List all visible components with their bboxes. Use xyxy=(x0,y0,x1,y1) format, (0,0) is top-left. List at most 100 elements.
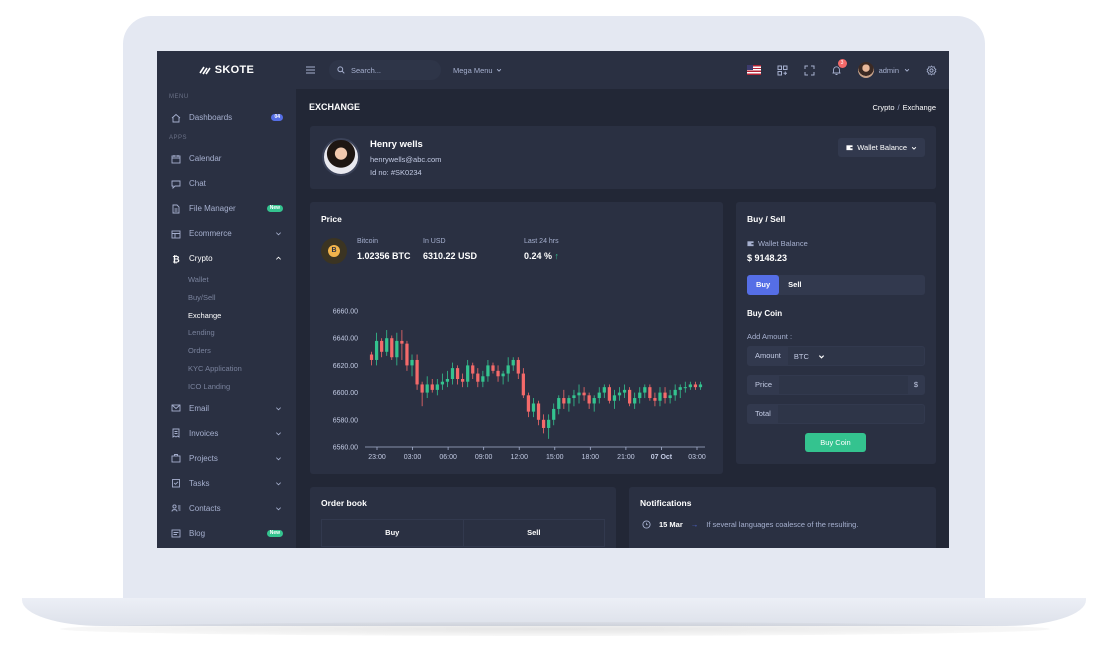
bitcoin-label: Bitcoin xyxy=(357,238,379,245)
candle-body xyxy=(617,392,622,396)
candle-body xyxy=(511,359,515,366)
candle-body xyxy=(481,376,485,382)
chevron-down-icon xyxy=(276,406,281,411)
candle-body xyxy=(693,384,698,388)
candle-body xyxy=(536,403,541,420)
amount-addon: Amount xyxy=(748,347,788,365)
candle-body xyxy=(612,395,617,401)
fullscreen-icon[interactable] xyxy=(804,65,815,76)
laptop-mockup: SKOTE Menu Dashboards 04 Apps Calendar C… xyxy=(0,0,1100,655)
candle-body xyxy=(410,359,414,366)
new-badge: New xyxy=(266,205,283,212)
invoice-icon xyxy=(171,428,181,438)
arrow-up-icon: ↑ xyxy=(554,251,560,261)
profile-id: Id no: #SK0234 xyxy=(370,168,422,177)
price-field[interactable]: Price $ xyxy=(747,375,925,395)
candle-body xyxy=(445,379,450,382)
notification-item[interactable]: 15 Mar → If several languages coalesce o… xyxy=(642,520,858,529)
mega-menu-dropdown[interactable]: Mega Menu xyxy=(453,66,502,75)
apps-grid-icon[interactable] xyxy=(777,65,788,76)
sidebar-subitem-ico[interactable]: ICO Landing xyxy=(157,378,296,396)
y-tick-label: 6580.00 xyxy=(333,417,358,424)
sidebar-subitem-orders[interactable]: Orders xyxy=(157,342,296,360)
search-box[interactable]: Search... xyxy=(329,60,441,80)
bitcoin-value: 1.02356 BTC xyxy=(357,251,411,261)
breadcrumb: Crypto / Exchange xyxy=(872,103,936,112)
order-book-title: Order book xyxy=(321,498,367,508)
currency-value: BTC xyxy=(793,351,809,361)
brand-logo[interactable]: SKOTE xyxy=(157,51,296,89)
hamburger-menu-icon[interactable] xyxy=(306,66,315,74)
sidebar-item-contacts[interactable]: Contacts xyxy=(157,496,296,521)
chevron-down-icon xyxy=(276,232,281,236)
total-field[interactable]: Total xyxy=(747,404,925,424)
notifications-card: Notifications 15 Mar → If several langua… xyxy=(629,487,936,548)
store-icon xyxy=(171,229,181,239)
calendar-icon xyxy=(171,154,181,164)
notification-text: If several languages coalesce of the res… xyxy=(706,520,859,529)
sidebar-subitem-lending[interactable]: Lending xyxy=(157,324,296,342)
currency-select[interactable]: BTC xyxy=(794,352,825,361)
search-input[interactable]: Search... xyxy=(351,66,381,75)
candle-body xyxy=(557,398,561,409)
sidebar-item-calendar[interactable]: Calendar xyxy=(157,146,296,171)
us-flag-icon[interactable] xyxy=(746,65,761,75)
breadcrumb-exchange: Exchange xyxy=(902,102,936,112)
mega-menu-label: Mega Menu xyxy=(453,65,493,75)
gear-icon[interactable] xyxy=(926,64,937,76)
sidebar-subitem-exchange[interactable]: Exchange xyxy=(157,307,296,325)
chevron-down-icon xyxy=(496,68,501,72)
chevron-down-icon xyxy=(818,354,824,359)
candle-body xyxy=(547,419,551,428)
brand-name: SKOTE xyxy=(214,64,255,76)
sidebar-item-crypto[interactable]: ₿ Crypto xyxy=(157,246,296,271)
username: admin xyxy=(878,65,899,75)
wallet-balance-value: $ 9148.23 xyxy=(747,253,788,263)
sidebar-item-invoices[interactable]: Invoices xyxy=(157,421,296,446)
wallet-balance-button[interactable]: Wallet Balance xyxy=(838,138,925,157)
sidebar-item-blog[interactable]: Blog New xyxy=(157,521,296,546)
sidebar-item-dashboards[interactable]: Dashboards 04 xyxy=(157,105,296,130)
sidebar-item-file-manager[interactable]: File Manager New xyxy=(157,196,296,221)
y-tick-label: 6620.00 xyxy=(333,363,358,370)
breadcrumb-crypto[interactable]: Crypto xyxy=(872,103,894,112)
wallet-icon xyxy=(747,241,754,247)
amount-field[interactable]: Amount BTC xyxy=(747,346,925,366)
candle-body xyxy=(633,398,637,404)
buy-sell-title: Buy / Sell xyxy=(747,214,786,224)
bitcoin-coin-icon: B xyxy=(321,238,347,264)
sidebar-subitem-kyc[interactable]: KYC Application xyxy=(157,360,296,378)
buy-coin-button[interactable]: Buy Coin xyxy=(805,433,866,452)
candle-body xyxy=(698,384,703,388)
candle-body xyxy=(395,340,399,358)
sidebar-item-label: Chat xyxy=(189,179,206,188)
apps-section-title: Apps xyxy=(169,135,188,141)
candle-body xyxy=(430,384,434,390)
tab-sell[interactable]: Sell xyxy=(779,275,810,295)
sidebar-item-tasks[interactable]: Tasks xyxy=(157,471,296,496)
x-tick-label: 03:00 xyxy=(404,454,422,461)
sidebar-item-email[interactable]: Email xyxy=(157,396,296,421)
buy-sell-tabs: Buy Sell xyxy=(747,275,925,295)
candle-body xyxy=(648,387,652,399)
candle-body xyxy=(390,338,394,358)
x-tick-label: 18:00 xyxy=(582,454,600,461)
candle-body xyxy=(602,387,606,393)
sidebar-subitem-wallet[interactable]: Wallet xyxy=(157,271,296,289)
candle-body xyxy=(663,392,667,399)
candle-body xyxy=(577,392,581,396)
x-tick-label: 03:00 xyxy=(688,454,706,461)
sidebar-item-label: File Manager xyxy=(189,204,236,213)
sidebar-subitem-buy-sell[interactable]: Buy/Sell xyxy=(157,289,296,307)
candle-body xyxy=(496,370,500,377)
tab-buy[interactable]: Buy xyxy=(747,275,780,295)
chevron-down-icon xyxy=(911,146,917,150)
sidebar-item-chat[interactable]: Chat xyxy=(157,171,296,196)
sidebar-item-projects[interactable]: Projects xyxy=(157,446,296,471)
total-addon-label: Total xyxy=(748,405,778,423)
user-menu[interactable]: admin xyxy=(857,62,910,78)
sidebar-item-ecommerce[interactable]: Ecommerce xyxy=(157,221,296,246)
chevron-down-icon xyxy=(276,506,281,511)
search-icon xyxy=(337,66,345,74)
bell-icon[interactable]: 3 xyxy=(831,58,847,76)
